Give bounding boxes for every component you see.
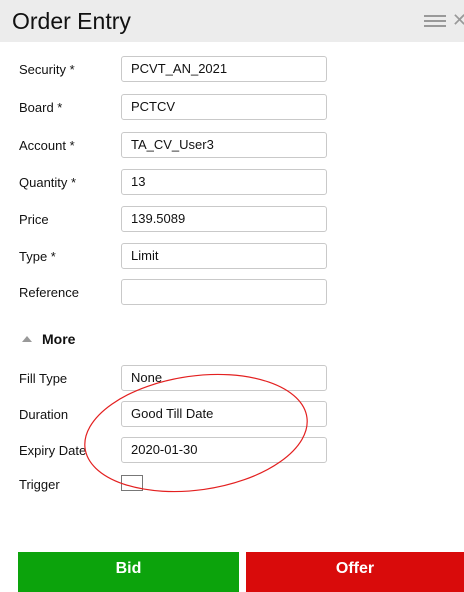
type-label: Type * (19, 249, 56, 264)
trigger-label: Trigger (19, 477, 60, 492)
quantity-input[interactable]: 13 (121, 169, 327, 195)
more-label: More (42, 331, 76, 347)
board-label: Board * (19, 100, 63, 115)
security-label: Security * (19, 62, 75, 77)
type-select[interactable]: Limit (121, 243, 327, 269)
fill-type-label: Fill Type (19, 371, 68, 386)
more-toggle[interactable]: More (22, 331, 75, 347)
expiry-date-label: Expiry Date (19, 443, 87, 458)
hamburger-icon[interactable] (424, 12, 446, 32)
account-label: Account * (19, 138, 75, 153)
reference-label: Reference (19, 285, 79, 300)
security-input[interactable]: PCVT_AN_2021 (121, 56, 327, 82)
chevron-up-icon (22, 336, 32, 342)
panel-header: Order Entry ✕ (0, 0, 464, 42)
panel-title: Order Entry (12, 8, 131, 34)
price-label: Price (19, 212, 49, 227)
close-icon[interactable]: ✕ (452, 10, 464, 31)
reference-input[interactable] (121, 279, 327, 305)
quantity-label: Quantity * (19, 175, 77, 190)
offer-button[interactable]: Offer (246, 552, 464, 592)
account-input[interactable]: TA_CV_User3 (121, 132, 327, 158)
price-input[interactable]: 139.5089 (121, 206, 327, 232)
duration-label: Duration (19, 407, 69, 422)
board-input[interactable]: PCTCV (121, 94, 327, 120)
bid-button[interactable]: Bid (18, 552, 239, 592)
annotation-ellipse (84, 373, 308, 493)
